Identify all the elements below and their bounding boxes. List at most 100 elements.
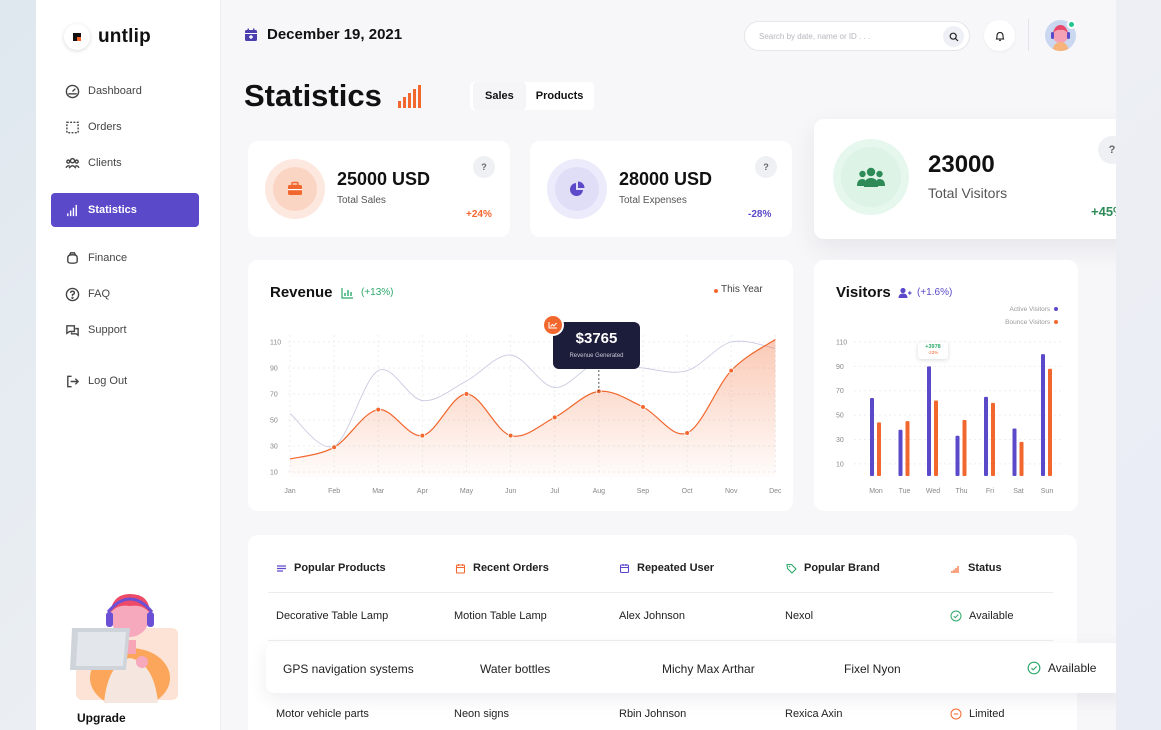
stat-card-expenses[interactable]: 28000 USD Total Expenses ? -28% xyxy=(530,141,792,237)
revenue-chart: 10 30 50 70 90 110 Jan Feb Mar Apr May Jun Jul Aug Sep… xyxy=(270,335,782,495)
sidebar-item-clients[interactable]: Clients xyxy=(51,146,199,180)
app-name: untlip xyxy=(98,26,151,47)
stat-label: Total Visitors xyxy=(928,185,1008,201)
header-label: Popular Brand xyxy=(804,562,880,574)
help-button[interactable]: ? xyxy=(473,156,495,178)
upgrade-illustration xyxy=(70,594,170,703)
sidebar-item-orders[interactable]: Orders xyxy=(51,110,199,144)
bar-active-visitors xyxy=(898,429,903,476)
revenue-card: Revenue (+13%) This Year 10 30 50 70 90 110 Ja… xyxy=(248,260,793,511)
list-icon xyxy=(277,564,286,572)
stat-card-sales[interactable]: 25000 USD Total Sales ? +24% xyxy=(248,141,510,237)
tooltip-label: Revenue Generated xyxy=(569,353,624,359)
date-text: December 19, 2021 xyxy=(267,26,403,43)
table-header-popular-products[interactable]: Popular Products xyxy=(276,562,386,574)
sidebar-item-dashboard[interactable]: Dashboard xyxy=(51,74,199,108)
statistics-icon xyxy=(67,204,77,216)
repeat-icon xyxy=(619,563,630,573)
upgrade-label[interactable]: Upgrade xyxy=(77,711,126,725)
header-divider xyxy=(1028,19,1029,51)
bar-active-visitors xyxy=(1041,354,1045,476)
table-header-repeated-user[interactable]: Repeated User xyxy=(619,562,714,574)
bar-bounce-visitors xyxy=(1019,441,1024,476)
stat-change: +24% xyxy=(466,209,492,220)
header-label: Recent Orders xyxy=(473,562,549,574)
table-header-recent-orders[interactable]: Recent Orders xyxy=(455,562,549,574)
logo[interactable]: untlip xyxy=(64,24,151,50)
sidebar-item-label: Support xyxy=(88,324,127,336)
online-status-dot xyxy=(1067,20,1076,29)
bar-active-visitors xyxy=(955,435,960,476)
y-tick-label: 110 xyxy=(270,340,281,347)
statistics-bars-icon xyxy=(398,85,421,108)
data-point xyxy=(640,404,646,410)
table-cell: Water bottles xyxy=(480,662,551,676)
stat-icon-ring xyxy=(547,159,607,219)
tab-products[interactable]: Products xyxy=(529,82,591,110)
users-icon xyxy=(857,167,885,187)
briefcase-icon xyxy=(288,181,302,195)
y-tick-label: 10 xyxy=(270,470,278,477)
logout-icon xyxy=(67,375,80,387)
stat-value: 25000 USD xyxy=(337,169,431,189)
data-point xyxy=(551,414,558,421)
y-tick-label: 50 xyxy=(836,413,844,420)
view-tabs: Sales Products xyxy=(470,82,594,110)
stat-label: Total Expenses xyxy=(619,195,687,206)
sidebar-item-logout[interactable]: Log Out xyxy=(51,364,199,398)
table-cell: Rbin Johnson xyxy=(619,708,687,720)
help-button[interactable]: ? xyxy=(755,156,777,178)
bar-bounce-visitors xyxy=(905,421,910,476)
status-text: Available xyxy=(1048,661,1097,675)
table-header-popular-brand[interactable]: Popular Brand xyxy=(786,562,880,574)
bar-bounce-visitors xyxy=(962,419,967,476)
search-button[interactable] xyxy=(943,26,964,47)
sidebar-item-finance[interactable]: Finance xyxy=(51,241,199,275)
sidebar-item-support[interactable]: Support xyxy=(51,313,199,347)
status-text: Available xyxy=(969,610,1014,622)
x-tick-label: Aug xyxy=(593,488,606,495)
tag-icon xyxy=(786,563,797,574)
x-tick-label: Sat xyxy=(1013,488,1024,495)
x-tick-label: Sun xyxy=(1041,488,1054,495)
stat-icon-ring xyxy=(265,159,325,219)
table-cell: GPS navigation systems xyxy=(283,662,414,676)
tab-sales[interactable]: Sales xyxy=(473,82,526,110)
x-tick-label: Fri xyxy=(986,488,995,495)
bar-bounce-visitors xyxy=(934,400,938,476)
page-title: Statistics xyxy=(244,78,382,113)
x-tick-label: Wed xyxy=(926,488,940,495)
bar-bounce-visitors xyxy=(991,402,995,476)
revenue-area xyxy=(290,339,776,477)
app-window: untlip Dashboard Orders Clients Statisti… xyxy=(36,0,1116,730)
notifications-button[interactable] xyxy=(984,20,1015,51)
search-icon xyxy=(949,32,958,41)
clients-icon xyxy=(65,157,80,169)
dashboard-icon xyxy=(65,84,80,98)
data-point xyxy=(331,444,337,451)
status-badge: Available xyxy=(1027,661,1096,675)
search-input[interactable] xyxy=(759,31,939,41)
signal-icon xyxy=(951,565,959,573)
table-cell: Michy Max Arthar xyxy=(662,662,755,676)
trend-up-badge xyxy=(542,314,564,336)
sidebar-item-faq[interactable]: FAQ xyxy=(51,277,199,311)
bar-bounce-visitors xyxy=(1048,368,1052,476)
y-tick-label: 30 xyxy=(270,444,278,451)
warning-circle-icon xyxy=(950,708,962,720)
stat-card-visitors[interactable]: 23000 Total Visitors ? +45% xyxy=(814,119,1116,239)
y-tick-label: 30 xyxy=(836,437,844,444)
help-button[interactable]: ? xyxy=(1098,136,1116,164)
sidebar-item-statistics[interactable]: Statistics xyxy=(51,193,199,227)
data-point xyxy=(728,367,735,374)
table-cell: Motion Table Lamp xyxy=(454,610,547,622)
table-header-status[interactable]: Status xyxy=(950,562,1002,574)
sidebar-item-label: Statistics xyxy=(88,204,137,216)
y-tick-label: 50 xyxy=(270,418,278,425)
y-tick-label: 110 xyxy=(836,340,847,347)
y-tick-label: 10 xyxy=(836,461,844,468)
visitors-chart: 10 30 50 70 90 110 Mon Tue Wed Thu Fri Sat Sun xyxy=(836,340,1064,495)
y-tick-label: 70 xyxy=(836,388,844,395)
x-tick-label: May xyxy=(460,488,474,495)
y-tick-label: 90 xyxy=(836,364,844,371)
